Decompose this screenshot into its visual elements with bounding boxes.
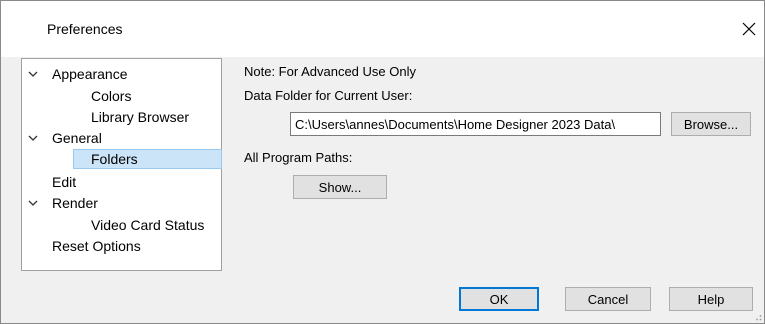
tree-item-folders[interactable]: Folders [73,149,222,169]
data-folder-label: Data Folder for Current User: [244,88,413,103]
data-folder-input[interactable] [291,113,660,135]
close-button[interactable] [734,15,764,43]
chevron-down-icon[interactable] [26,193,40,213]
dialog-title: Preferences [47,21,123,37]
cancel-button[interactable]: Cancel [565,287,651,311]
program-paths-label: All Program Paths: [244,150,353,165]
preferences-dialog: Preferences Appearance Colors Library Br… [0,0,765,324]
chevron-down-icon[interactable] [26,64,40,84]
preferences-tree[interactable]: Appearance Colors Library Browser Genera… [21,58,222,271]
tree-item-colors[interactable]: Colors [91,86,131,106]
close-icon [742,22,756,36]
tree-item-video-card-status[interactable]: Video Card Status [91,215,204,235]
resize-grip-icon[interactable] [752,311,762,321]
browse-button[interactable]: Browse... [671,112,751,136]
advanced-note: Note: For Advanced Use Only [244,64,416,79]
tree-item-library-browser[interactable]: Library Browser [91,107,189,127]
help-button[interactable]: Help [669,287,753,311]
chevron-down-icon[interactable] [26,128,40,148]
title-bar: Preferences [1,1,764,57]
tree-item-edit[interactable]: Edit [52,172,76,192]
tree-item-reset-options[interactable]: Reset Options [52,236,141,256]
show-button[interactable]: Show... [293,175,387,199]
tree-item-render[interactable]: Render [52,193,98,213]
tree-item-appearance[interactable]: Appearance [52,64,128,84]
ok-button[interactable]: OK [459,287,539,311]
data-folder-field[interactable] [290,112,661,136]
tree-item-general[interactable]: General [52,128,102,148]
